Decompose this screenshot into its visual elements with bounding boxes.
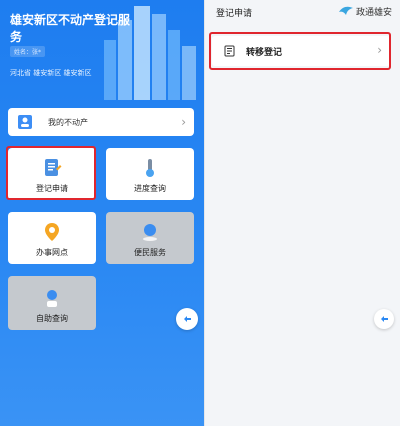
back-arrow-icon xyxy=(184,316,191,322)
back-button[interactable] xyxy=(374,309,394,329)
brand-name: 政通雄安 xyxy=(355,7,392,18)
brand-logo: 政通雄安 xyxy=(338,4,392,18)
my-property-label: 我的不动产 xyxy=(48,117,88,127)
tile-label: 进度查询 xyxy=(134,184,166,193)
highlight-box-registration xyxy=(6,146,96,200)
page-title: 登记申请 xyxy=(216,9,253,19)
app-title: 雄安新区不动产登记服务 xyxy=(10,13,131,44)
tile-service-outlets[interactable]: 办事网点 xyxy=(8,212,96,264)
tile-self-query[interactable]: 自助查询 xyxy=(8,276,96,330)
tile-label: 自助查询 xyxy=(36,314,68,323)
highlight-box-transfer xyxy=(209,32,391,70)
bird-logo-icon xyxy=(338,6,353,15)
tile-label: 便民服务 xyxy=(134,248,166,257)
back-button[interactable] xyxy=(176,308,198,330)
service-globe-icon xyxy=(143,224,157,241)
back-arrow-icon xyxy=(381,316,388,322)
progress-icon xyxy=(146,159,154,177)
location-pin-icon xyxy=(45,223,59,241)
left-phone-screen: 雄安新区不动产登记服务 姓名：张* 河北省 雄安新区 雄安新区 我的不动产 › … xyxy=(0,0,204,426)
user-card-icon xyxy=(18,115,32,129)
tile-progress-query[interactable]: 进度查询 xyxy=(106,148,194,200)
my-property-button[interactable]: 我的不动产 › xyxy=(8,108,194,136)
self-query-icon xyxy=(47,290,57,307)
tile-convenience-services[interactable]: 便民服务 xyxy=(106,212,194,264)
user-name-badge: 姓名：张* xyxy=(10,46,46,57)
tile-label: 办事网点 xyxy=(36,248,68,257)
region-text: 河北省 雄安新区 雄安新区 xyxy=(10,69,92,77)
chevron-right-icon: › xyxy=(181,115,186,129)
